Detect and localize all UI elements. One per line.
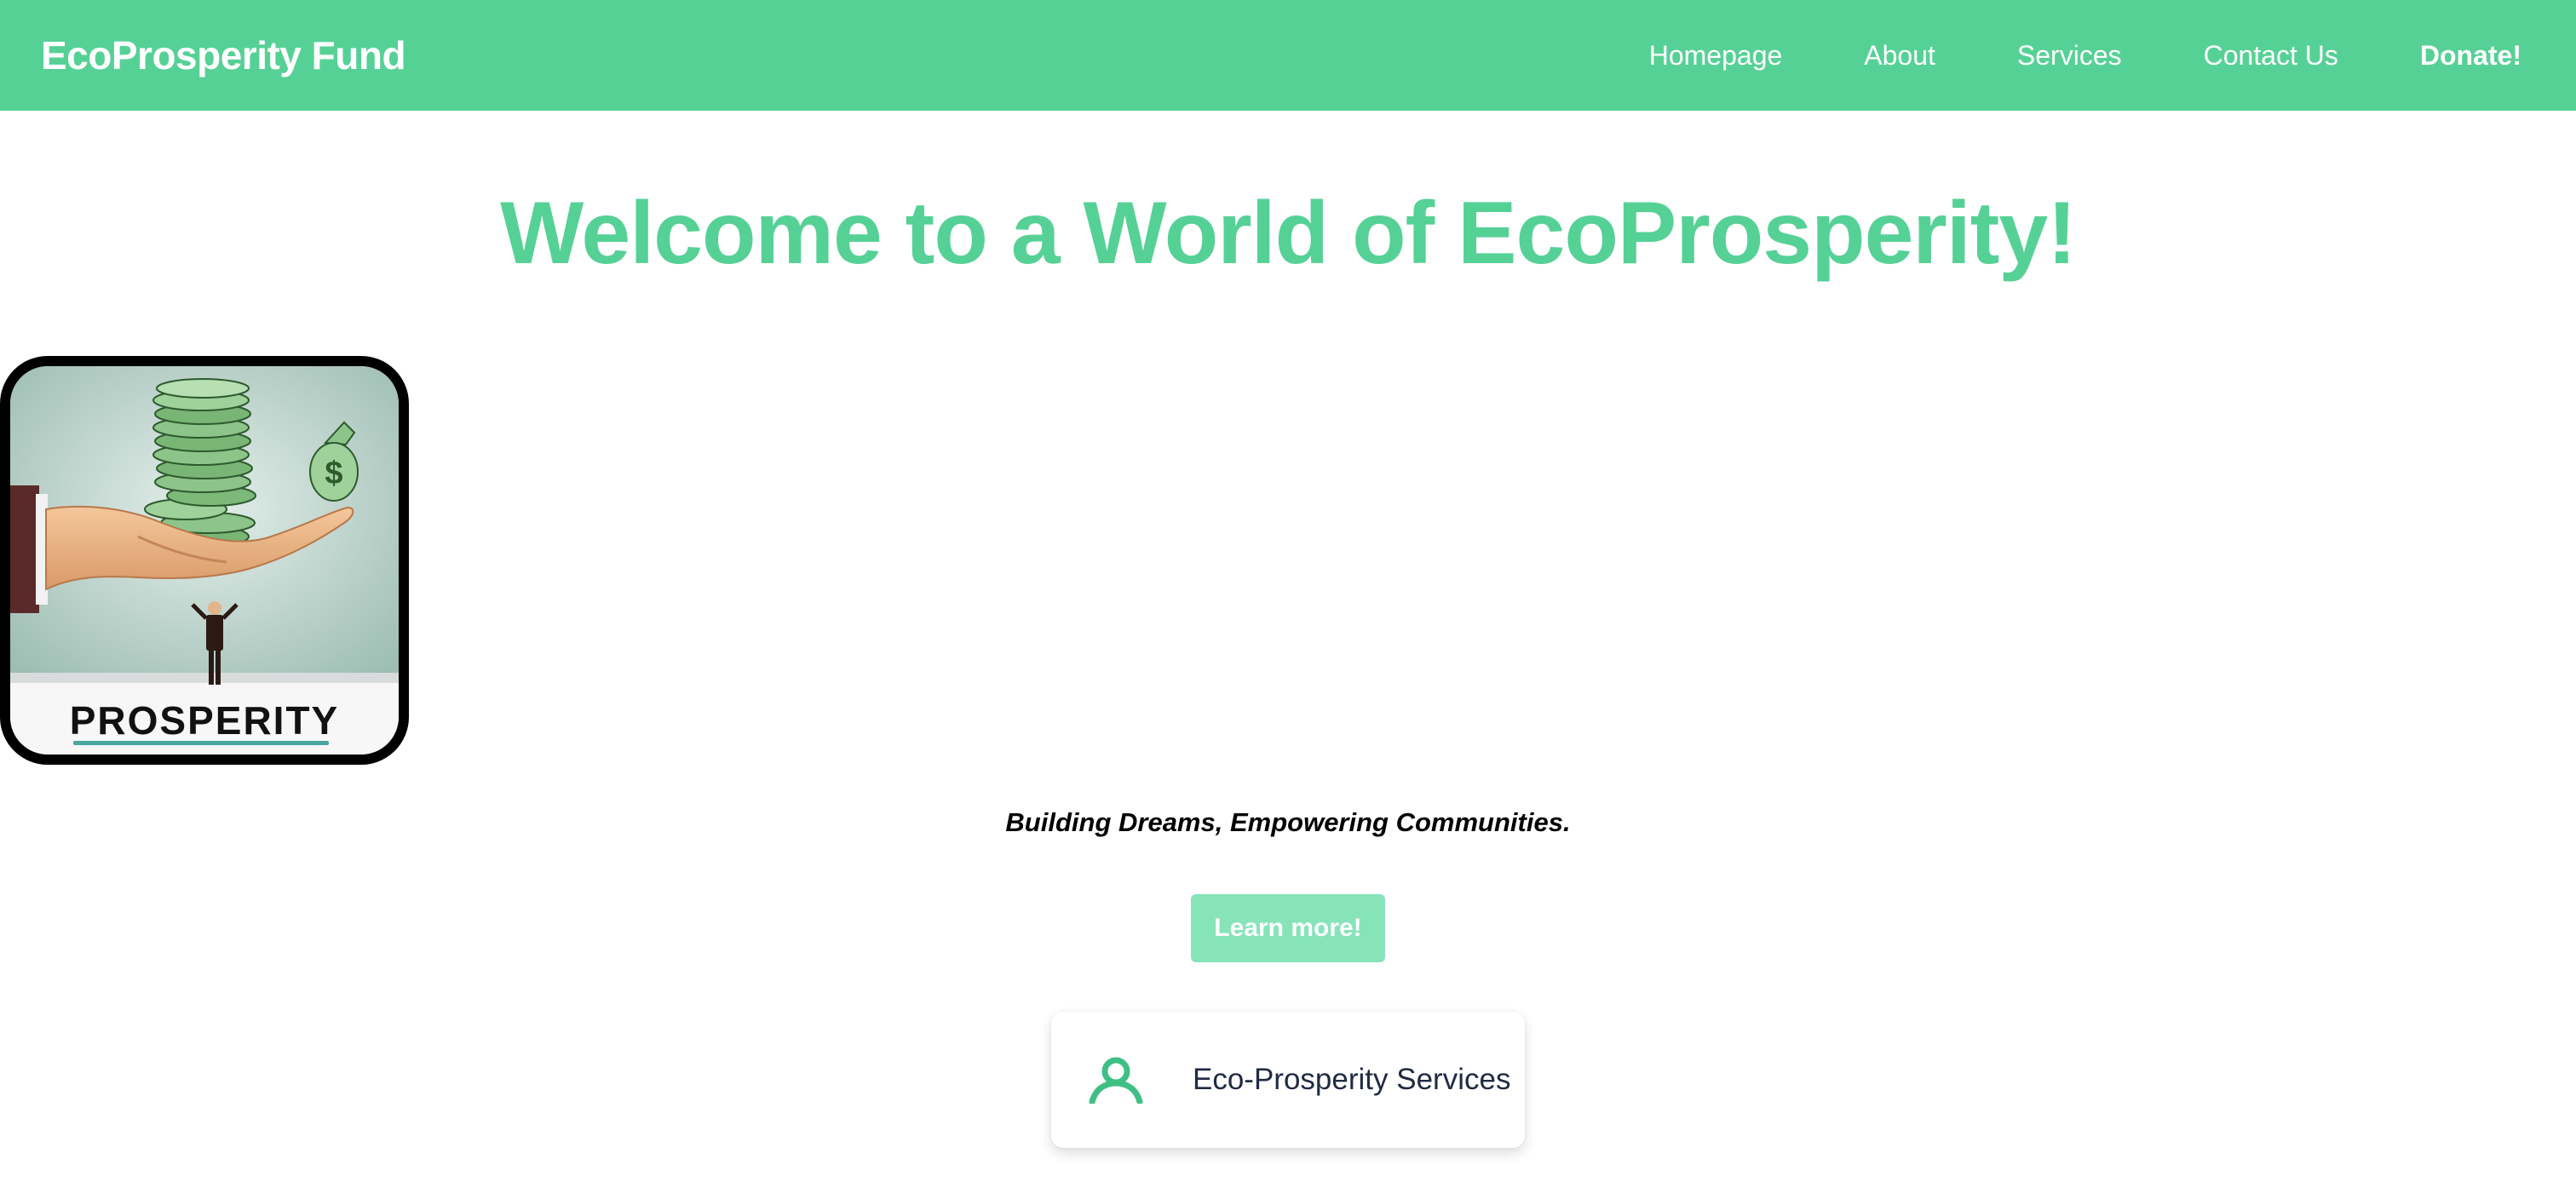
- prosperity-image: $ PROSPERITY: [0, 356, 409, 765]
- user-icon: [1089, 1057, 1143, 1104]
- prosperity-illustration: $ PROSPERITY: [10, 366, 399, 755]
- nav-link-about[interactable]: About: [1864, 40, 1935, 72]
- brand-logo-link[interactable]: EcoProsperity Fund: [41, 32, 406, 78]
- hero-tagline: Building Dreams, Empowering Communities.: [1005, 807, 1571, 837]
- nav-link-contact-us[interactable]: Contact Us: [2204, 40, 2338, 72]
- nav-link-services[interactable]: Services: [2017, 40, 2122, 72]
- hero-title: Welcome to a World of EcoProsperity!: [500, 184, 2077, 283]
- svg-text:$: $: [325, 456, 342, 491]
- services-card[interactable]: Eco-Prosperity Services: [1051, 1012, 1525, 1148]
- main-navigation: Homepage About Services Contact Us Donat…: [1567, 40, 2521, 72]
- learn-more-button[interactable]: Learn more!: [1191, 894, 1385, 962]
- services-card-title: Eco-Prosperity Services: [1193, 1063, 1511, 1096]
- top-navbar: EcoProsperity Fund Homepage About Servic…: [0, 0, 2576, 111]
- nav-link-donate[interactable]: Donate!: [2420, 40, 2521, 72]
- image-caption: PROSPERITY: [70, 698, 340, 743]
- nav-link-homepage[interactable]: Homepage: [1649, 40, 1783, 72]
